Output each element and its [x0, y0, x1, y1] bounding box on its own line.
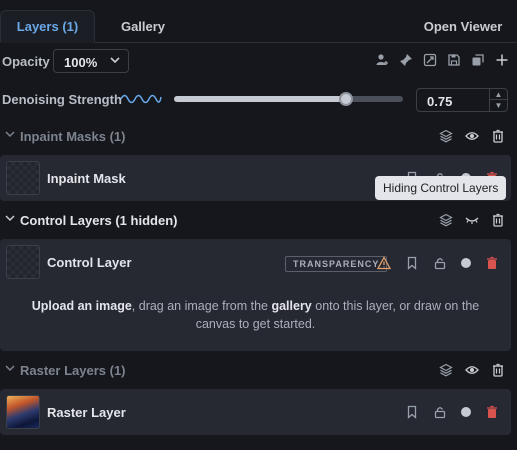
trash-delete-icon[interactable] [491, 363, 505, 377]
denoise-value: 0.75 [427, 94, 453, 109]
trash-delete-icon[interactable] [491, 129, 505, 143]
group-inpaint-masks[interactable]: Inpaint Masks (1) [0, 121, 517, 151]
gallery-link[interactable]: gallery [271, 299, 311, 313]
denoise-slider-fill [174, 96, 346, 102]
increment-button[interactable]: ▲ [490, 89, 507, 100]
hint-text: onto this layer, or draw on the [311, 299, 480, 313]
wave-icon [120, 92, 162, 109]
layers-icon[interactable] [439, 213, 453, 227]
copy-icon[interactable] [471, 53, 485, 67]
empty-layer-hint: Upload an image, drag an image from the … [0, 297, 511, 333]
group-title: Raster Layers (1) [20, 363, 126, 378]
top-tabs: Layers (1) Gallery Open Viewer [0, 0, 517, 43]
layer-card-control-layer[interactable]: Control Layer TRANSPARENCY Upload an ima… [0, 239, 511, 351]
opacity-value: 100% [64, 55, 98, 70]
toolbar-icons [375, 53, 509, 67]
warning-icon[interactable] [377, 256, 391, 270]
hint-line-2: canvas to get started. [195, 317, 316, 331]
save-icon[interactable] [447, 53, 461, 67]
plus-icon[interactable] [495, 53, 509, 67]
layer-name[interactable]: Inpaint Mask [47, 171, 126, 186]
group-title: Inpaint Masks (1) [20, 129, 126, 144]
layers-icon[interactable] [439, 363, 453, 377]
pin-icon[interactable] [399, 53, 413, 67]
enabled-toggle-dot[interactable] [461, 258, 471, 268]
bookmark-icon[interactable] [405, 405, 419, 419]
eye-closed-icon[interactable] [465, 213, 479, 227]
decrement-button[interactable]: ▼ [490, 100, 507, 111]
add-user-icon[interactable] [375, 53, 389, 67]
lock-icon[interactable] [433, 256, 447, 270]
tab-layers[interactable]: Layers (1) [0, 10, 95, 43]
hint-line-1: Upload an image, drag an image from the … [0, 297, 511, 315]
group-actions [439, 129, 505, 143]
trash-delete-icon[interactable] [485, 405, 499, 419]
fit-to-bbox-icon[interactable] [423, 53, 437, 67]
bookmark-icon[interactable] [405, 256, 419, 270]
denoise-number-input[interactable]: 0.75 ▲ ▼ [416, 88, 508, 112]
group-raster-layers[interactable]: Raster Layers (1) [0, 355, 517, 385]
chevron-down-icon [109, 54, 121, 69]
opacity-label: Opacity [2, 54, 50, 69]
trash-delete-icon[interactable] [485, 256, 499, 270]
layer-thumbnail-image [6, 395, 40, 429]
opacity-row: Opacity 100% [0, 49, 517, 75]
layers-icon[interactable] [439, 129, 453, 143]
open-viewer-button[interactable]: Open Viewer [423, 10, 503, 43]
tooltip: Hiding Control Layers [375, 176, 507, 200]
layer-card-raster-layer[interactable]: Raster Layer [0, 389, 511, 435]
transparency-badge[interactable]: TRANSPARENCY [285, 256, 388, 272]
layer-name[interactable]: Control Layer [47, 255, 132, 270]
layer-name[interactable]: Raster Layer [47, 405, 126, 420]
eye-icon[interactable] [465, 129, 479, 143]
denoise-label: Denoising Strength [2, 92, 122, 107]
group-actions [439, 213, 505, 227]
layer-thumbnail [6, 161, 40, 195]
tab-gallery[interactable]: Gallery [110, 10, 176, 43]
layer-actions [377, 256, 499, 270]
group-actions [439, 363, 505, 377]
chevron-down-icon[interactable] [4, 362, 16, 377]
chevron-down-icon[interactable] [4, 128, 16, 143]
denoise-row: Denoising Strength 0.75 ▲ ▼ [0, 86, 517, 112]
enabled-toggle-dot[interactable] [461, 407, 471, 417]
layer-actions [405, 405, 499, 419]
group-control-layers[interactable]: Control Layers (1 hidden) [0, 205, 517, 235]
denoise-slider-thumb[interactable] [338, 92, 353, 106]
denoise-stepper: ▲ ▼ [489, 89, 507, 111]
denoise-slider[interactable] [174, 92, 403, 106]
opacity-select[interactable]: 100% [53, 49, 129, 73]
trash-delete-icon[interactable] [491, 213, 505, 227]
upload-image-link[interactable]: Upload an image [32, 299, 132, 313]
lock-icon[interactable] [433, 405, 447, 419]
hint-text: , drag an image from the [131, 299, 272, 313]
layer-thumbnail [6, 245, 40, 279]
chevron-down-icon[interactable] [4, 212, 16, 227]
eye-icon[interactable] [465, 363, 479, 377]
group-title: Control Layers (1 hidden) [20, 213, 178, 228]
